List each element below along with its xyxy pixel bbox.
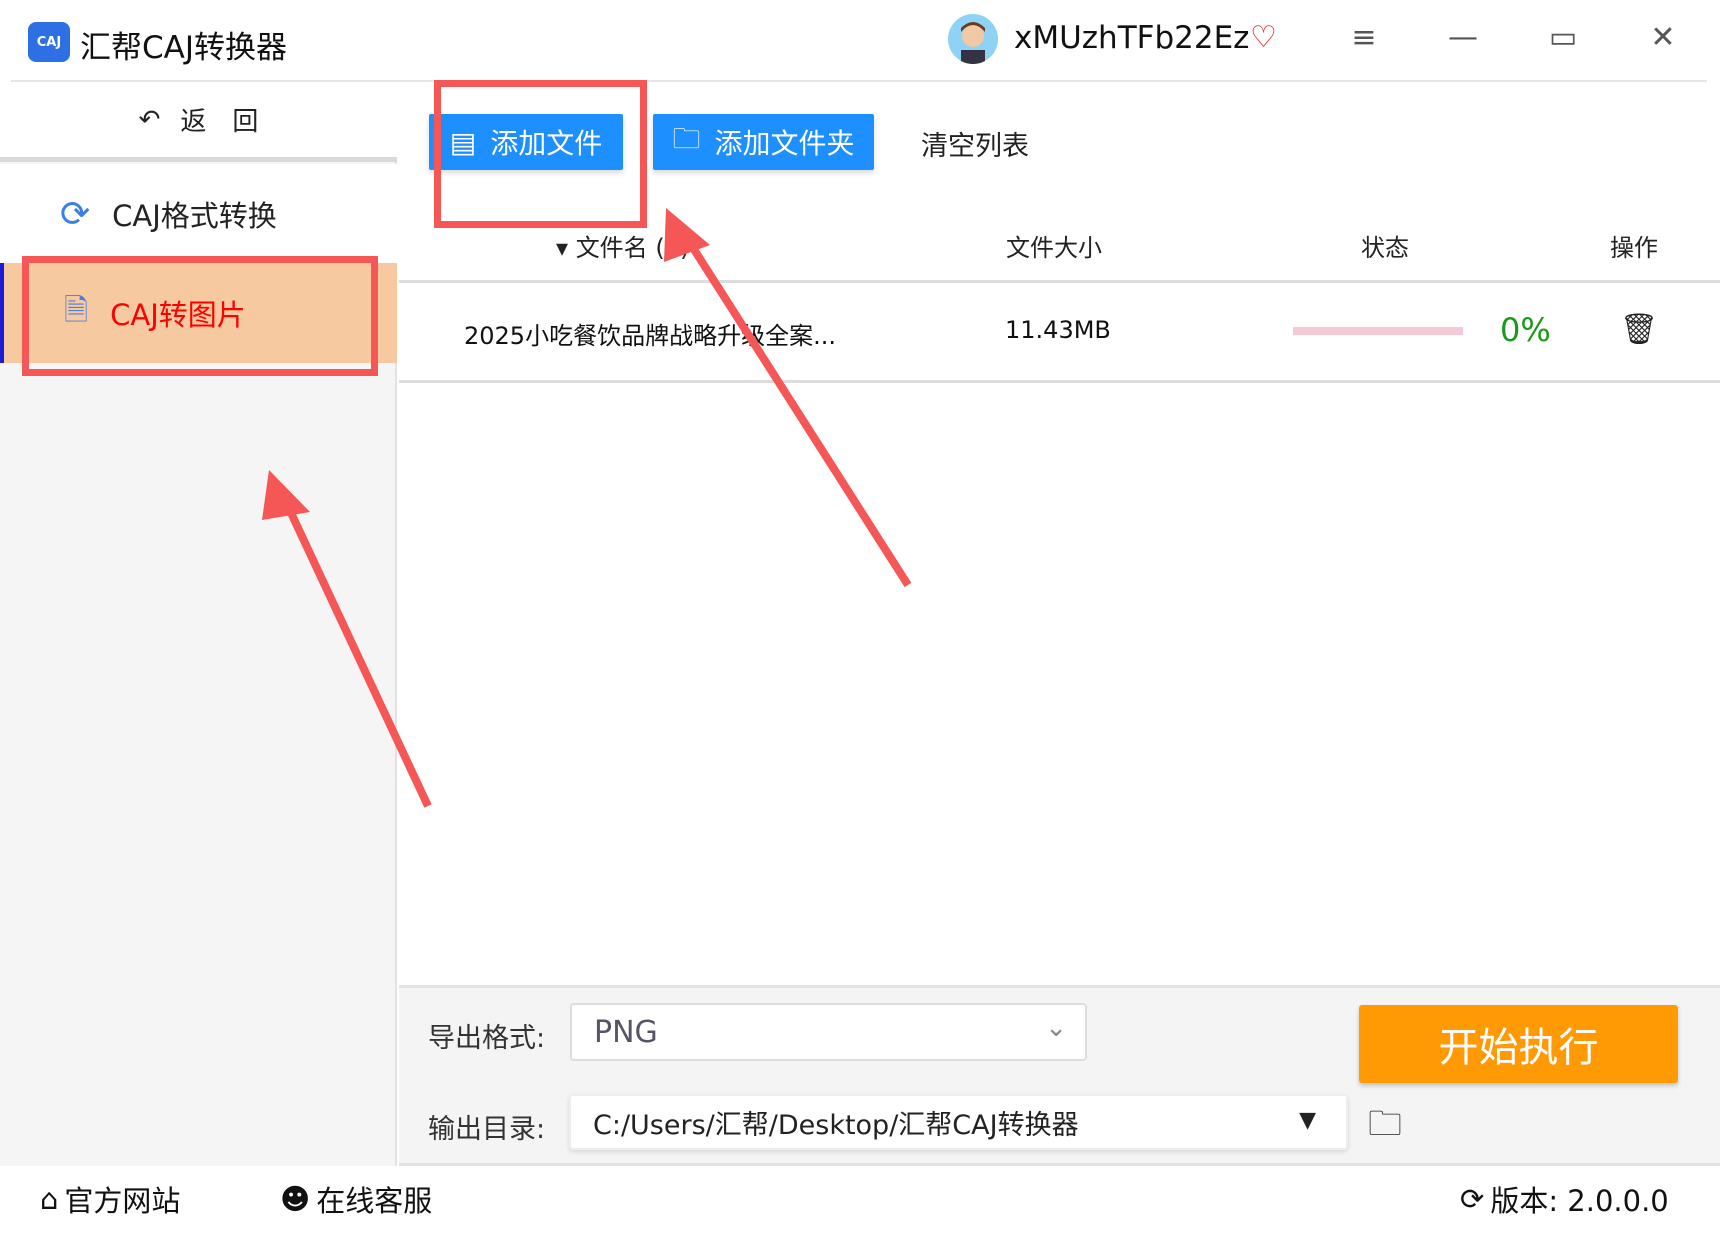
menu-button[interactable]: ≡ [1344, 20, 1384, 55]
app-logo: CAJ [28, 22, 70, 62]
sort-down-icon: ▾ [556, 234, 569, 262]
sidebar: ↶ 返 回 ⟳ CAJ格式转换 🗎 CAJ转图片 [0, 82, 397, 1166]
progress-text: 0% [1500, 311, 1551, 349]
minimize-button[interactable]: — [1443, 20, 1483, 55]
online-support-link[interactable]: ☻ 在线客服 [280, 1178, 432, 1220]
chevron-down-icon: ⌄ [1045, 1013, 1067, 1043]
open-folder-icon[interactable]: 🗀 [1368, 1100, 1402, 1157]
vip-diamond-icon[interactable]: ♡ [1250, 20, 1277, 55]
back-label: 返 回 [180, 107, 259, 137]
support-label: 在线客服 [316, 1184, 433, 1218]
row-divider [399, 380, 1720, 383]
close-button[interactable]: ✕ [1643, 20, 1683, 55]
start-button[interactable]: 开始执行 [1359, 1005, 1678, 1083]
title-bar: CAJ 汇帮CAJ转换器 xMUzhTFb22Ez ♡ ≡ — ▭ ✕ [0, 0, 1720, 82]
file-size: 11.43MB [1005, 316, 1111, 344]
avatar[interactable] [948, 14, 998, 64]
header-name-label: 文件名 (1) [575, 234, 690, 262]
add-folder-button[interactable]: 🗀 添加文件夹 [653, 114, 874, 170]
home-icon: ⌂ [40, 1182, 59, 1216]
file-name: 2025小吃餐饮品牌战略升级全案... [464, 322, 836, 350]
column-header-action: 操作 [1610, 234, 1658, 262]
progress-bar [1293, 327, 1463, 335]
refresh-icon: ⟳ [1460, 1182, 1485, 1216]
back-button[interactable]: ↶ 返 回 [0, 82, 397, 162]
trash-icon[interactable]: 🗑 [1620, 312, 1658, 347]
sidebar-item-caj-format-convert[interactable]: ⟳ CAJ格式转换 [0, 164, 397, 264]
column-header-name[interactable]: ▾ 文件名 (1) [556, 228, 689, 263]
annotation-box-add-file [434, 80, 647, 228]
output-dir-value: C:/Users/汇帮/Desktop/汇帮CAJ转换器 [593, 1109, 1079, 1141]
undo-arrow-icon: ↶ [138, 104, 161, 135]
format-select[interactable]: PNG ⌄ [570, 1003, 1087, 1061]
version-info[interactable]: ⟳ 版本: 2.0.0.0 [1460, 1178, 1669, 1220]
support-agent-icon: ☻ [280, 1182, 311, 1216]
annotation-arrow-add-file [664, 208, 912, 588]
user-avatar-icon [961, 22, 985, 64]
logo-text: CAJ [36, 34, 62, 50]
clear-list-button[interactable]: 清空列表 [921, 124, 1029, 163]
output-dir-select[interactable]: C:/Users/汇帮/Desktop/汇帮CAJ转换器 ▼ [569, 1094, 1348, 1150]
maximize-button[interactable]: ▭ [1543, 20, 1583, 55]
column-header-size: 文件大小 [1006, 234, 1102, 262]
sidebar-item-label: CAJ格式转换 [112, 199, 277, 233]
username[interactable]: xMUzhTFb22Ez [1014, 20, 1249, 56]
output-label: 输出目录: [428, 1114, 546, 1145]
annotation-box-sidebar [22, 256, 378, 376]
app-title: 汇帮CAJ转换器 [80, 30, 287, 66]
format-value: PNG [594, 1014, 658, 1050]
format-label: 导出格式: [428, 1023, 546, 1054]
add-folder-label: 添加文件夹 [714, 127, 855, 160]
add-folder-icon: 🗀 [672, 122, 701, 155]
official-website-link[interactable]: ⌂ 官方网站 [40, 1178, 180, 1220]
version-label: 版本: 2.0.0.0 [1490, 1184, 1669, 1218]
column-header-status: 状态 [1361, 234, 1409, 262]
dropdown-triangle-icon: ▼ [1299, 1108, 1316, 1133]
refresh-icon: ⟳ [60, 193, 91, 235]
website-label: 官方网站 [64, 1184, 181, 1218]
